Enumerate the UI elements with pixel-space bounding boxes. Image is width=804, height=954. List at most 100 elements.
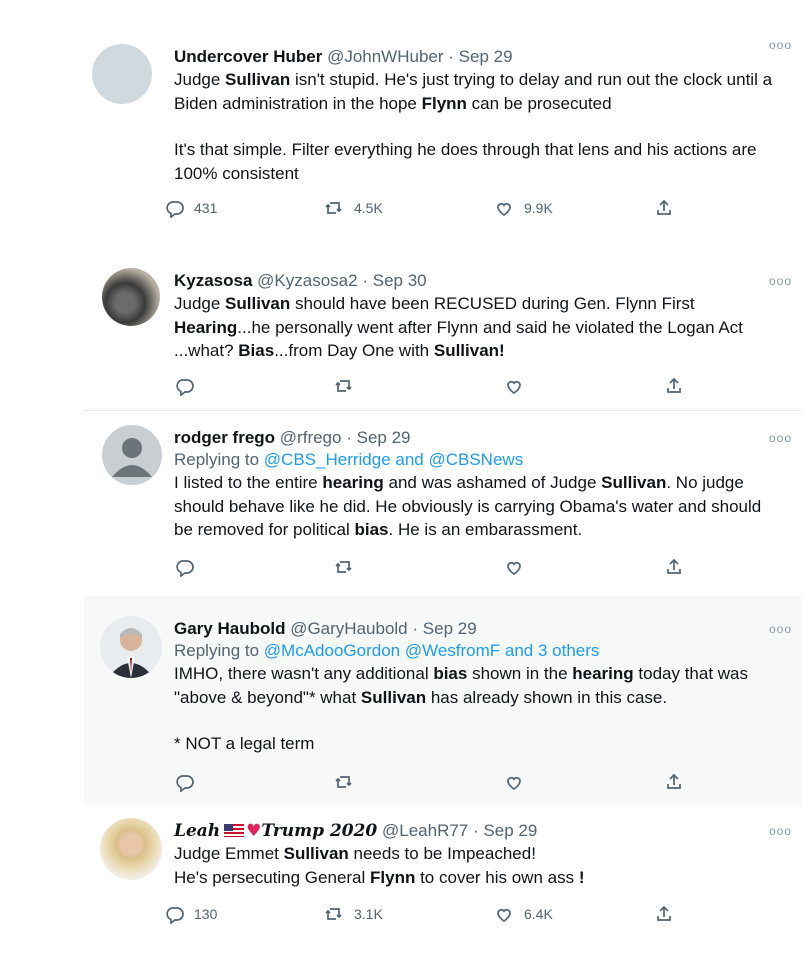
share-icon [667,773,681,789]
highlight-term: Flynn [421,93,467,113]
like-button[interactable] [504,772,524,792]
like-count: 9.9K [524,200,553,216]
display-name[interactable]: rodger frego [174,428,275,447]
like-count: 6.4K [524,906,553,922]
handle[interactable]: @Kyzasosa2 [257,271,357,290]
us-flag-icon [224,824,245,837]
retweet-icon [325,202,342,214]
tweet-text: Judge Sullivan isn't stupid. He's just t… [174,68,782,185]
reply-button[interactable]: 431 [164,198,217,218]
tweet-paragraph: Judge Sullivan should have been RECUSED … [174,292,782,363]
retweet-button[interactable] [334,772,354,792]
text-run: ...from Day One with [274,341,434,360]
avatar[interactable] [92,44,152,104]
action-bar: 431 4.5K 9.9K [164,198,704,222]
avatar[interactable] [102,268,160,326]
action-bar: 130 3.1K 6.4K [164,904,704,928]
avatar[interactable] [100,818,162,880]
like-button[interactable] [504,557,524,577]
share-button[interactable] [664,376,684,396]
share-icon [667,558,681,574]
action-bar [174,557,714,581]
share-button[interactable] [654,198,674,218]
highlight-term: Sullivan [225,70,291,89]
reply-icon [166,201,184,218]
timestamp[interactable]: Sep 30 [373,271,427,290]
more-icon[interactable]: ooo [769,274,792,288]
timestamp[interactable]: Sep 29 [357,428,411,447]
display-name[interactable]: Leah ♥Trump 2020 [174,821,377,841]
text-run: I listed to the entire [174,473,323,492]
tweet-paragraph: IMHO, there wasn't any additional bias s… [174,662,782,709]
more-icon[interactable]: ooo [769,622,792,636]
tweet-card[interactable]: Kyzasosa @Kyzasosa2 · Sep 30 Judge Sulli… [84,256,802,408]
more-icon[interactable]: ooo [769,824,792,838]
tweet-card[interactable]: Leah ♥Trump 2020 @LeahR77 · Sep 29 Judge … [84,808,802,948]
like-button[interactable] [504,376,524,396]
reply-icon [176,560,194,577]
reply-count: 431 [194,200,218,216]
highlight-term: hearing [322,473,384,492]
retweet-button[interactable] [334,557,354,577]
handle[interactable]: @GaryHaubold [290,619,407,638]
handle[interactable]: @rfrego [280,428,342,447]
reply-button[interactable] [174,772,194,792]
dot-separator: · [448,47,454,66]
handle[interactable]: @LeahR77 [382,821,468,840]
highlight-term: Flynn [370,867,416,887]
tweet-paragraph: It's that simple. Filter everything he d… [174,138,782,185]
display-name[interactable]: Gary Haubold [174,619,285,638]
retweet-icon [335,561,352,573]
highlight-term: Sullivan [225,294,291,313]
highlight-term: hearing [572,664,634,683]
tweet-card[interactable]: Gary Haubold @GaryHaubold · Sep 29 Reply… [84,596,802,806]
highlight-term: Sullivan! [433,341,505,360]
display-name[interactable]: Kyzasosa [174,271,252,290]
timestamp[interactable]: Sep 29 [423,619,477,638]
replying-to-link[interactable]: @CBS_Herridge and @CBSNews [264,450,523,469]
tweet-header: Gary Haubold @GaryHaubold · Sep 29 [174,618,782,640]
tweet-card[interactable]: rodger frego @rfrego · Sep 29 Replying t… [84,411,802,591]
highlight-term: ! [578,867,585,887]
like-button[interactable]: 9.9K [494,198,553,218]
tweet-header: Leah ♥Trump 2020 @LeahR77 · Sep 29 [174,820,782,842]
handle[interactable]: @JohnWHuber [327,47,443,66]
like-button[interactable]: 6.4K [494,904,553,924]
reply-button[interactable] [174,557,194,577]
tweet-card[interactable]: Undercover Huber @JohnWHuber · Sep 29 Ju… [84,34,802,230]
retweet-button[interactable] [334,376,354,396]
tweet-text: IMHO, there wasn't any additional bias s… [174,662,782,756]
more-icon[interactable]: ooo [769,38,792,52]
dot-separator: · [473,821,479,840]
retweet-button[interactable]: 3.1K [324,904,383,924]
text-run: should have been RECUSED during Gen. Fly… [290,294,695,313]
timestamp[interactable]: Sep 29 [483,821,537,840]
action-bar [174,376,714,400]
like-icon [497,202,511,217]
reply-button[interactable]: 130 [164,904,217,924]
reply-icon [176,379,194,396]
text-run: It's that simple. Filter everything he d… [174,140,757,183]
avatar[interactable] [100,616,162,678]
display-name[interactable]: Undercover Huber [174,47,322,66]
text-run: has already shown in this case. [426,687,668,707]
share-button[interactable] [664,772,684,792]
avatar[interactable] [102,425,162,485]
replying-to-link[interactable]: @McAdooGordon @WesfromF and 3 others [264,641,600,660]
share-button[interactable] [664,557,684,577]
text-run: needs to be Impeached! [348,844,536,863]
share-button[interactable] [654,904,674,924]
retweet-button[interactable]: 4.5K [324,198,383,218]
tweet-paragraph: He's persecuting General Flynn to cover … [174,866,782,890]
timestamp[interactable]: Sep 29 [459,47,513,66]
tweet-paragraph: I listed to the entire hearing and was a… [174,471,782,542]
text-run: Judge Emmet [174,844,284,863]
highlight-term: Hearing [174,317,238,337]
retweet-icon [335,380,352,392]
reply-button[interactable] [174,376,194,396]
dot-separator: · [362,271,368,290]
more-icon[interactable]: ooo [769,431,792,445]
tweet-header: Undercover Huber @JohnWHuber · Sep 29 [174,46,782,68]
highlight-term: Sullivan [283,844,349,863]
tweet-paragraph: Judge Emmet Sullivan needs to be Impeach… [174,842,782,866]
